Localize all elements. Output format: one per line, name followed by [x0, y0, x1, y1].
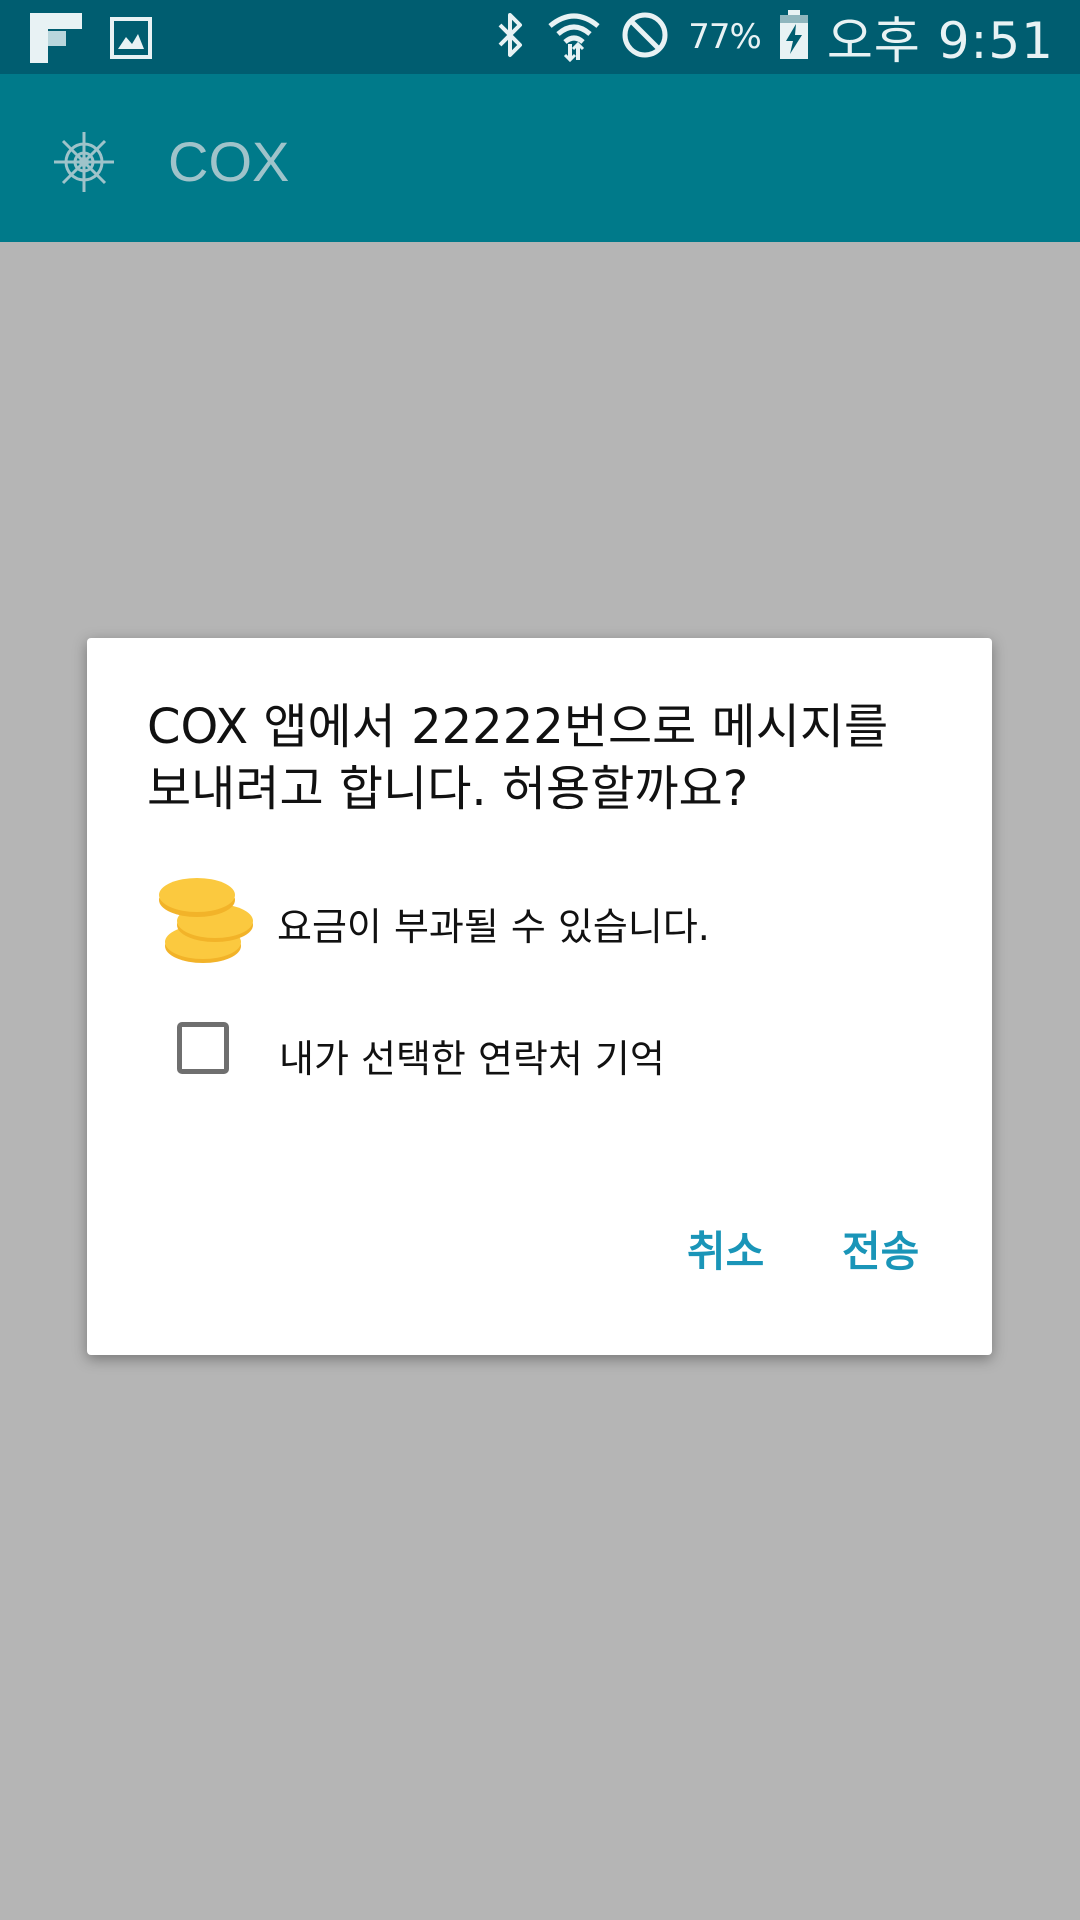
cancel-button[interactable]: 취소: [687, 1218, 764, 1279]
app-bar: COX: [0, 74, 1080, 242]
battery-charging-icon: [779, 10, 809, 64]
image-icon: [110, 17, 152, 63]
bluetooth-icon: [494, 11, 528, 63]
permission-dialog: COX 앱에서 22222번으로 메시지를 보내려고 합니다. 허용할까요? 요…: [87, 638, 992, 1355]
app-title: COX: [168, 130, 290, 193]
status-bar: 77% 오후 9:51: [0, 0, 1080, 74]
block-icon: [620, 10, 670, 64]
wifi-icon: [546, 8, 602, 66]
fee-notice-row: 요금이 부과될 수 있습니다.: [157, 868, 957, 978]
coins-icon: [157, 868, 257, 972]
flipboard-icon: [30, 13, 82, 67]
remember-contact-row[interactable]: 내가 선택한 연락처 기억: [177, 1020, 937, 1090]
ship-wheel-icon: [50, 128, 118, 196]
send-button[interactable]: 전송: [842, 1218, 919, 1279]
remember-label: 내가 선택한 연락처 기억: [279, 1037, 665, 1081]
remember-checkbox[interactable]: [177, 1022, 229, 1074]
clock: 오후 9:51: [826, 12, 1054, 70]
fee-notice-text: 요금이 부과될 수 있습니다.: [277, 905, 710, 949]
battery-percent: 77%: [688, 17, 762, 57]
dialog-title: COX 앱에서 22222번으로 메시지를 보내려고 합니다. 허용할까요?: [147, 699, 889, 817]
